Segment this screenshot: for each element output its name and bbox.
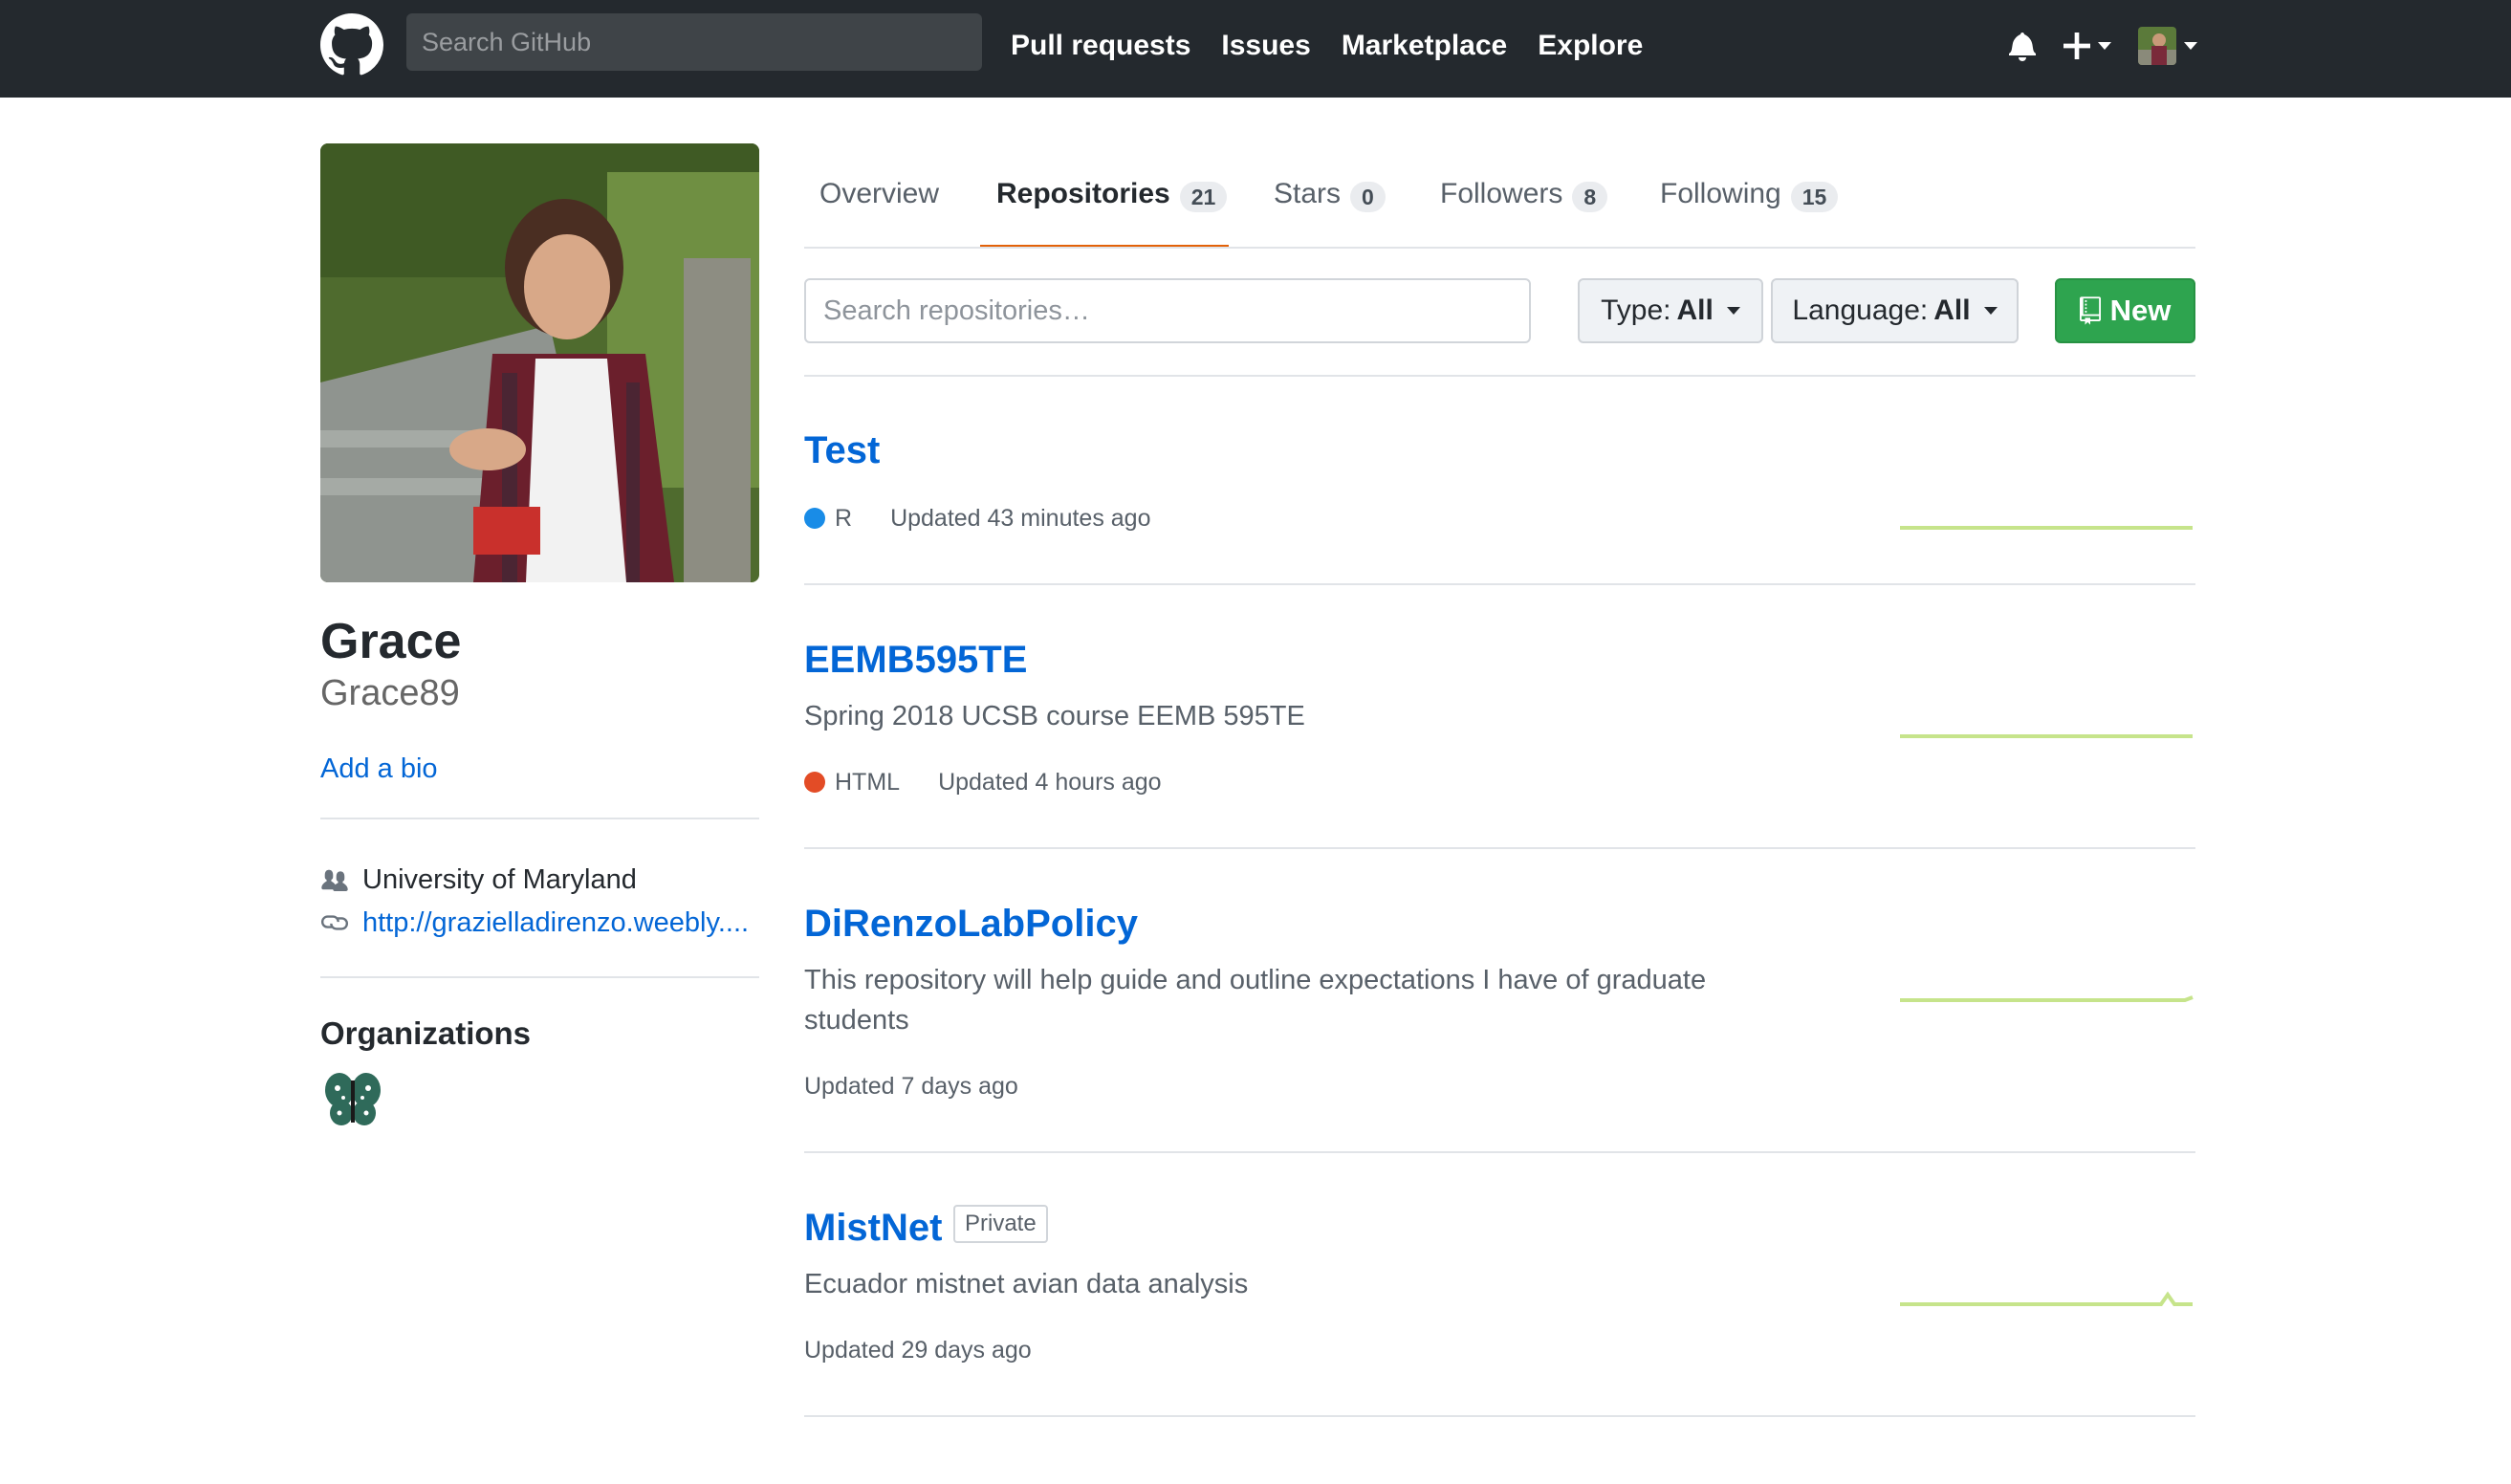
repo-item: EEMB595TE Spring 2018 UCSB course EEMB 5…: [804, 585, 2195, 849]
global-header: Search GitHub Pull requests Issues Marke…: [0, 0, 2511, 98]
tab-overview[interactable]: Overview: [819, 170, 939, 249]
tabs-divider: [804, 247, 2195, 249]
profile-photo[interactable]: [320, 143, 759, 582]
repo-description: Spring 2018 UCSB course EEMB 595TE: [804, 701, 1305, 731]
global-nav: Pull requests Issues Marketplace Explore: [1011, 0, 1643, 92]
repo-item: DiRenzoLabPolicy This repository will he…: [804, 849, 2195, 1153]
tab-label: Repositories: [996, 178, 1170, 209]
language-color-dot: [804, 772, 825, 793]
repo-search-input[interactable]: [804, 278, 1531, 343]
type-filter-value: All: [1676, 295, 1714, 326]
tab-label: Followers: [1440, 178, 1563, 209]
organizations-heading: Organizations: [320, 1015, 532, 1051]
repo-updated: Updated 43 minutes ago: [890, 505, 1151, 532]
repo-updated: Updated 4 hours ago: [938, 769, 1162, 796]
repo-item: MistNet Private Ecuador mistnet avian da…: [804, 1153, 2195, 1417]
repo-updated: Updated 7 days ago: [804, 1073, 1018, 1100]
profile-fullname: Grace: [320, 614, 462, 669]
repositories-count: 21: [1179, 182, 1228, 212]
stars-count: 0: [1350, 182, 1386, 212]
add-bio-link[interactable]: Add a bio: [320, 750, 438, 788]
activity-sparkline: [1900, 995, 2194, 1002]
repo-language: HTML: [835, 769, 901, 796]
avatar: [2138, 27, 2176, 65]
repo-description: Ecuador mistnet avian data analysis: [804, 1269, 1249, 1299]
plus-icon: [2063, 33, 2090, 59]
repo-name-link[interactable]: EEMB595TE: [804, 637, 1027, 683]
caret-down-icon: [1983, 307, 1998, 315]
repo-divider: [804, 1415, 2195, 1417]
profile-username: Grace89: [320, 673, 460, 713]
language-filter-value: All: [1933, 295, 1971, 326]
repo-name-link[interactable]: MistNet: [804, 1205, 942, 1251]
tab-label: Stars: [1274, 178, 1342, 209]
repo-icon: [2079, 296, 2101, 325]
tab-repositories[interactable]: Repositories 21: [980, 170, 1229, 249]
bell-icon: [2009, 33, 2037, 61]
sidebar-divider: [320, 818, 759, 819]
repo-meta: HTML Updated 4 hours ago: [804, 766, 1162, 798]
nav-issues[interactable]: Issues: [1221, 30, 1310, 62]
language-color-dot: [804, 508, 825, 529]
user-menu-button[interactable]: [2138, 27, 2197, 65]
sidebar-divider: [320, 976, 759, 978]
people-icon: [320, 865, 349, 894]
new-button-label: New: [2109, 294, 2172, 327]
notifications-button[interactable]: [2008, 31, 2037, 61]
header-actions: [2008, 0, 2197, 92]
private-badge: Private: [953, 1205, 1048, 1243]
nav-explore[interactable]: Explore: [1538, 30, 1643, 62]
tab-following[interactable]: Following 15: [1660, 170, 1839, 249]
repo-description: This repository will help guide and outl…: [804, 965, 1707, 1036]
type-filter-select[interactable]: Type: All: [1578, 278, 1763, 343]
caret-down-icon: [2098, 42, 2111, 50]
tab-label: Overview: [819, 178, 940, 209]
caret-down-icon: [2184, 42, 2197, 50]
following-count: 15: [1790, 182, 1839, 212]
organization-avatar[interactable]: [320, 1067, 385, 1132]
repo-name-link[interactable]: DiRenzoLabPolicy: [804, 901, 1138, 947]
new-repo-button[interactable]: New: [2055, 278, 2195, 343]
language-filter-select[interactable]: Language: All: [1771, 278, 2019, 343]
create-new-button[interactable]: [2063, 33, 2111, 59]
activity-sparkline: [1900, 734, 2193, 738]
tab-label: Following: [1660, 178, 1781, 209]
tab-stars[interactable]: Stars 0: [1274, 170, 1386, 249]
organization-text: University of Maryland: [362, 864, 637, 895]
repo-item: Test R Updated 43 minutes ago: [804, 375, 2195, 585]
repo-meta: Updated 29 days ago: [804, 1334, 1032, 1366]
website-link[interactable]: http://graziella​direnzo.weebly....: [362, 904, 749, 942]
repo-meta: R Updated 43 minutes ago: [804, 502, 1150, 535]
vcard-website: http://graziella​direnzo.weebly....: [320, 904, 749, 942]
link-icon: [320, 908, 349, 937]
repo-meta: Updated 7 days ago: [804, 1070, 1018, 1102]
activity-sparkline: [1900, 1291, 2193, 1306]
followers-count: 8: [1572, 182, 1608, 212]
global-search-placeholder: Search GitHub: [422, 27, 592, 56]
nav-pull-requests[interactable]: Pull requests: [1011, 30, 1190, 62]
vcard-organization: University of Maryland: [320, 861, 637, 899]
type-filter-label: Type:: [1601, 295, 1671, 326]
repo-name-link[interactable]: Test: [804, 427, 880, 473]
repo-language: R: [835, 505, 853, 532]
github-logo-icon[interactable]: [320, 13, 383, 76]
nav-marketplace[interactable]: Marketplace: [1342, 30, 1507, 62]
profile-tabs: Overview Repositories 21 Stars 0 Followe…: [804, 170, 2195, 249]
tab-followers[interactable]: Followers 8: [1440, 170, 1608, 249]
repo-updated: Updated 29 days ago: [804, 1337, 1032, 1364]
global-search-input[interactable]: Search GitHub: [406, 13, 982, 71]
activity-sparkline: [1900, 526, 2193, 530]
caret-down-icon: [1726, 307, 1740, 315]
language-filter-label: Language:: [1792, 295, 1929, 326]
